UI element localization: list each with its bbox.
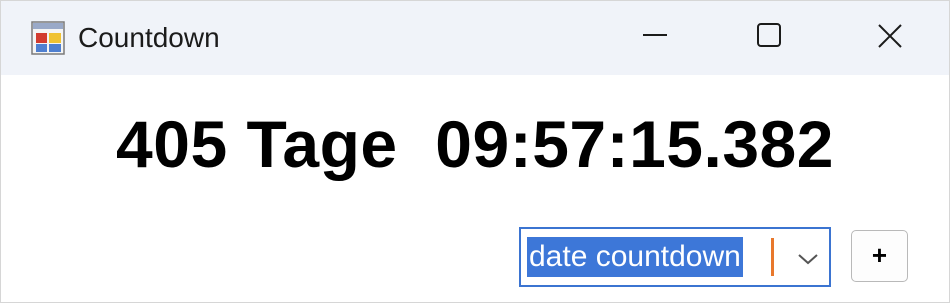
window-title: Countdown <box>78 22 220 53</box>
countdown-display: 405 Tage 09:57:15.382 <box>116 107 834 181</box>
minimize-button[interactable] <box>611 1 699 75</box>
chevron-down-icon[interactable] <box>793 249 823 269</box>
close-icon <box>878 24 902 48</box>
countdown-window: Countdown 405 Tage 09:57:15.382 date cou… <box>0 0 950 303</box>
mode-combobox-value[interactable]: date countdown <box>527 237 743 277</box>
maximize-icon <box>757 23 781 47</box>
text-caret <box>771 238 774 276</box>
maximize-button[interactable] <box>726 1 814 75</box>
add-button[interactable]: + <box>851 230 908 282</box>
title-bar[interactable]: Countdown <box>1 1 949 75</box>
minimize-icon <box>643 34 667 36</box>
mode-combobox[interactable]: date countdown <box>519 227 831 287</box>
close-button[interactable] <box>846 1 934 75</box>
app-window-icon <box>31 21 65 55</box>
